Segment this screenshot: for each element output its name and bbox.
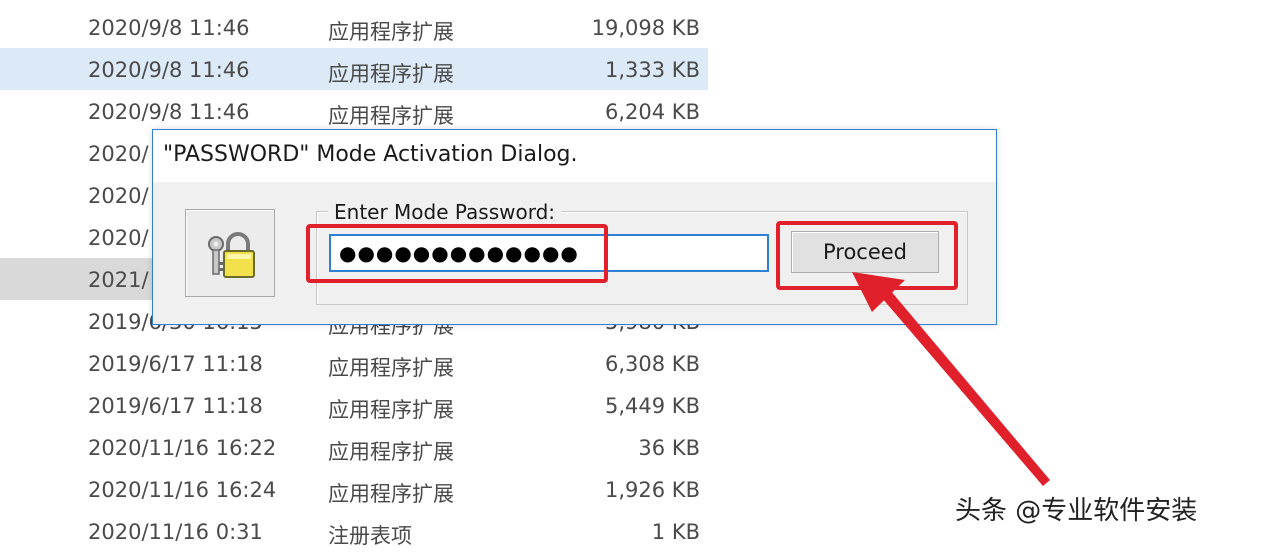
watermark: 头条 @专业软件安装	[955, 496, 1198, 526]
red-arrow-annotation	[852, 272, 1050, 486]
